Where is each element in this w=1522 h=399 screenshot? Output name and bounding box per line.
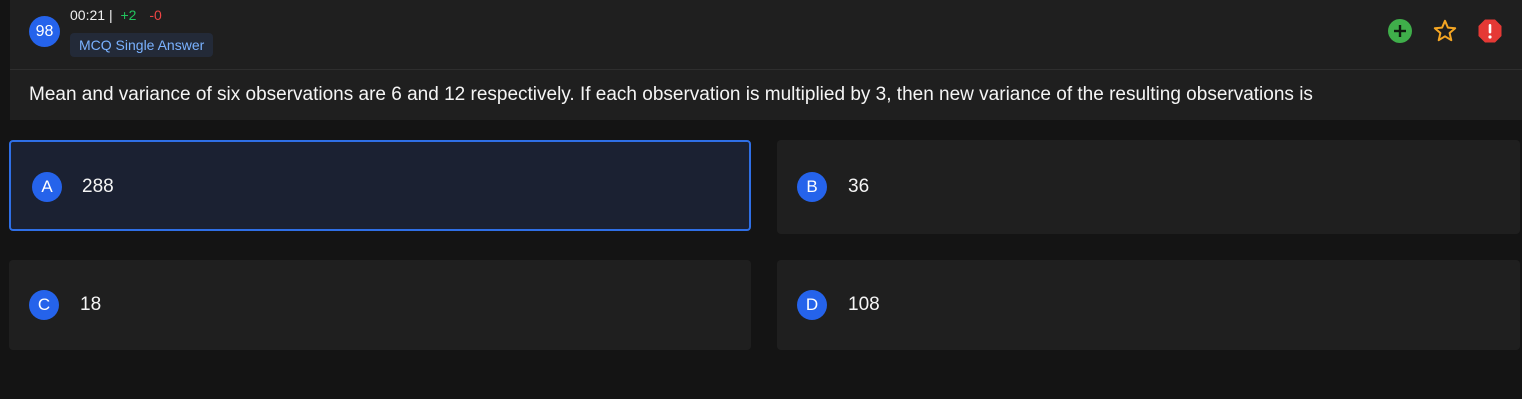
option-a[interactable]: A 288	[9, 140, 751, 231]
question-actions	[1388, 19, 1502, 43]
option-b[interactable]: B 36	[777, 140, 1520, 234]
question-text: Mean and variance of six observations ar…	[29, 84, 1313, 105]
option-letter-badge: B	[797, 172, 827, 202]
header-divider	[10, 69, 1522, 70]
meta-separator: |	[108, 7, 113, 23]
marks-negative: -0	[149, 7, 162, 23]
option-d[interactable]: D 108	[777, 260, 1520, 350]
option-value: 18	[80, 294, 102, 315]
question-card: 98 00:21 | +2 -0 MCQ Single Answer Mean …	[10, 0, 1522, 120]
option-value: 36	[848, 176, 870, 197]
question-meta: 00:21 | +2 -0	[70, 7, 162, 23]
option-value: 288	[82, 176, 114, 197]
option-letter-badge: D	[797, 290, 827, 320]
option-c[interactable]: C 18	[9, 260, 751, 350]
alert-octagon-icon[interactable]	[1478, 19, 1502, 43]
option-letter-badge: C	[29, 290, 59, 320]
marks-positive: +2	[120, 7, 137, 23]
star-outline-icon[interactable]	[1433, 19, 1457, 43]
option-value: 108	[848, 294, 880, 315]
option-letter-badge: A	[32, 172, 62, 202]
timer: 00:21	[70, 7, 106, 23]
plus-circle-icon[interactable]	[1388, 19, 1412, 43]
question-header: 98 00:21 | +2 -0 MCQ Single Answer	[10, 0, 1522, 69]
question-number-badge: 98	[29, 16, 60, 47]
question-type-badge: MCQ Single Answer	[70, 33, 214, 57]
